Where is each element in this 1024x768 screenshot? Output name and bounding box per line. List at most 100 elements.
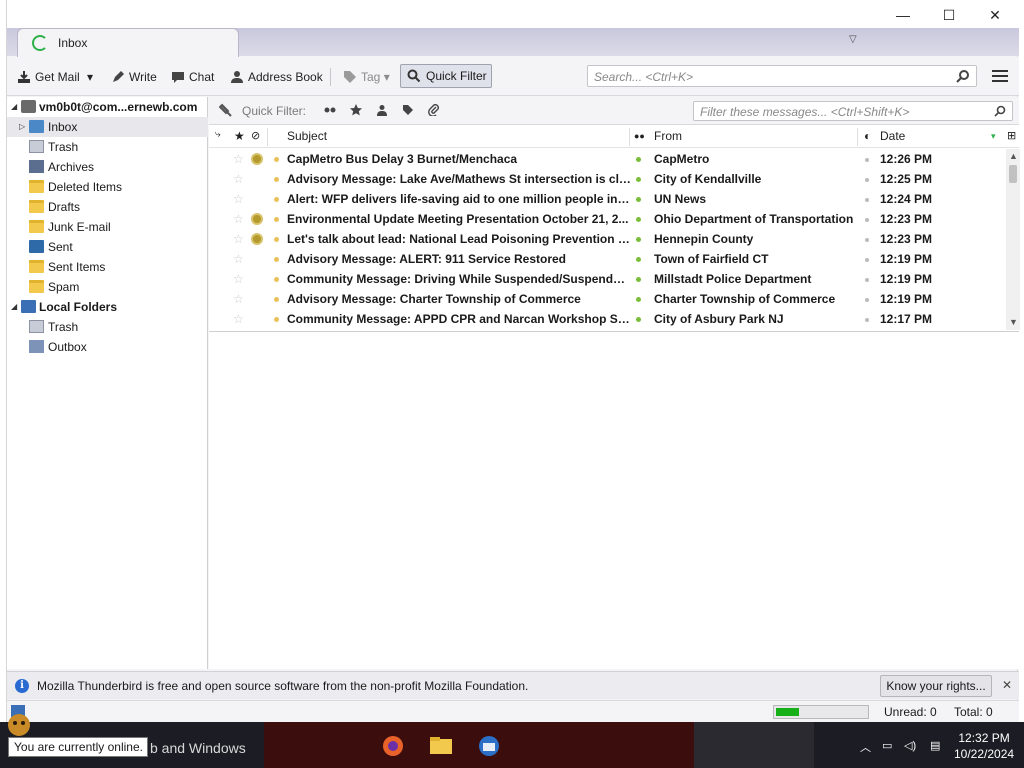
know-your-rights-button[interactable]: Know your rights... [880, 675, 992, 697]
table-row[interactable]: ☆ Environmental Update Meeting Presentat… [209, 209, 1005, 229]
file-explorer-icon[interactable] [428, 734, 454, 758]
maximize-button[interactable]: ☐ [929, 4, 969, 26]
status-dot-icon[interactable] [636, 297, 641, 302]
unread-dot-icon[interactable] [274, 177, 279, 182]
junk-dot-icon[interactable] [865, 198, 869, 202]
table-row[interactable]: ☆ Advisory Message: Charter Township of … [209, 289, 1005, 309]
pin-icon[interactable] [219, 103, 233, 117]
read-status-column-icon[interactable]: ●● [634, 131, 645, 141]
volume-icon[interactable]: ◁) [904, 739, 918, 752]
tag-button[interactable]: Tag ▾ [343, 66, 390, 88]
show-hidden-icons-icon[interactable]: ︿ [860, 739, 874, 754]
status-dot-icon[interactable] [636, 177, 641, 182]
status-dot-icon[interactable] [636, 257, 641, 262]
pane-splitter[interactable] [209, 331, 1019, 332]
local-folder-outbox[interactable]: Outbox [7, 337, 208, 357]
unread-dot-icon[interactable] [274, 277, 279, 282]
table-row[interactable]: ☆ Advisory Message: Lake Ave/Mathews St … [209, 169, 1005, 189]
subject-column-header[interactable]: Subject [287, 129, 327, 143]
star-icon[interactable]: ☆ [233, 189, 244, 209]
folder-spam[interactable]: Spam [7, 277, 208, 297]
junk-dot-icon[interactable] [865, 158, 869, 162]
status-dot-icon[interactable] [636, 317, 641, 322]
junk-dot-icon[interactable] [865, 298, 869, 302]
junk-status-column-icon[interactable]: ◐ [864, 129, 871, 143]
status-dot-icon[interactable] [636, 157, 641, 162]
star-filter-icon[interactable] [350, 104, 362, 116]
local-folders-row[interactable]: ◢ Local Folders [7, 297, 208, 317]
write-button[interactable]: Write [111, 66, 157, 88]
junk-dot-icon[interactable] [865, 278, 869, 282]
table-row[interactable]: ☆ Community Message: Driving While Suspe… [209, 269, 1005, 289]
notification-center-icon[interactable]: ▤ [930, 739, 944, 752]
star-column-icon[interactable]: ★ [234, 129, 245, 143]
table-row[interactable]: ☆ Community Message: APPD CPR and Narcan… [209, 309, 1005, 329]
tab-list-chevron-icon[interactable]: ▽ [849, 34, 857, 45]
status-dot-icon[interactable] [636, 277, 641, 282]
table-row[interactable]: ☆ Alert: WFP delivers life-saving aid to… [209, 189, 1005, 209]
star-icon[interactable]: ☆ [233, 149, 244, 169]
chat-button[interactable]: Chat [171, 66, 214, 88]
junk-dot-icon[interactable] [865, 318, 869, 322]
folder-trash[interactable]: Trash [7, 137, 208, 157]
junk-dot-icon[interactable] [865, 238, 869, 242]
search-icon[interactable] [956, 69, 970, 83]
tab-inbox[interactable]: Inbox [17, 28, 239, 57]
quick-filter-button[interactable]: Quick Filter [400, 64, 492, 88]
address-book-button[interactable]: Address Book [230, 66, 323, 88]
date-column-header[interactable]: Date [880, 129, 905, 143]
collapse-triangle-icon[interactable]: ◢ [11, 97, 17, 117]
unread-dot-icon[interactable] [274, 217, 279, 222]
scrollbar-thumb[interactable] [1009, 165, 1017, 183]
firefox-icon[interactable] [380, 734, 406, 758]
thread-column-icon[interactable]: ⤷ [215, 129, 221, 140]
status-dot-icon[interactable] [636, 197, 641, 202]
junk-dot-icon[interactable] [865, 258, 869, 262]
message-list-scrollbar[interactable]: ▲ ▼ [1006, 149, 1020, 330]
scroll-up-icon[interactable]: ▲ [1009, 151, 1018, 161]
folder-sent-items[interactable]: Sent Items [7, 257, 208, 277]
star-icon[interactable]: ☆ [233, 309, 244, 329]
unread-dot-icon[interactable] [274, 257, 279, 262]
tag-filter-icon[interactable] [402, 104, 414, 116]
unread-dot-icon[interactable] [274, 317, 279, 322]
star-icon[interactable]: ☆ [233, 229, 244, 249]
folder-inbox[interactable]: ▷ Inbox [7, 117, 208, 137]
from-column-header[interactable]: From [654, 129, 682, 143]
account-row[interactable]: ◢ vm0b0t@com...ernewb.com [7, 97, 208, 117]
expand-triangle-icon[interactable]: ▷ [19, 117, 25, 137]
attachment-column-icon[interactable]: ⊘ [251, 129, 260, 142]
status-dot-icon[interactable] [636, 237, 641, 242]
table-row[interactable]: ☆ Advisory Message: ALERT: 911 Service R… [209, 249, 1005, 269]
close-button[interactable]: ✕ [975, 4, 1015, 26]
folder-sent[interactable]: Sent [7, 237, 208, 257]
taskbar-clock[interactable]: 12:32 PM 10/22/2024 [954, 730, 1014, 762]
search-input[interactable]: Search... <Ctrl+K> [587, 65, 977, 87]
folder-junk-email[interactable]: Junk E-mail [7, 217, 208, 237]
unread-dot-icon[interactable] [274, 237, 279, 242]
contact-filter-icon[interactable] [376, 104, 388, 116]
folder-archives[interactable]: Archives [7, 157, 208, 177]
get-mail-dropdown[interactable]: ▾ [87, 66, 93, 88]
star-icon[interactable]: ☆ [233, 169, 244, 189]
filter-messages-input[interactable]: Filter these messages... <Ctrl+Shift+K> [693, 101, 1013, 121]
unread-dot-icon[interactable] [274, 297, 279, 302]
attachment-filter-icon[interactable] [428, 104, 440, 116]
taskbar-search-text[interactable]: b and Windows [150, 740, 246, 756]
status-dot-icon[interactable] [636, 217, 641, 222]
star-icon[interactable]: ☆ [233, 249, 244, 269]
unread-dot-icon[interactable] [274, 157, 279, 162]
thunderbird-icon[interactable] [476, 734, 502, 758]
network-icon[interactable]: ▭ [882, 739, 896, 752]
star-icon[interactable]: ☆ [233, 289, 244, 309]
table-row[interactable]: ☆ CapMetro Bus Delay 3 Burnet/Menchaca C… [209, 149, 1005, 169]
column-picker-icon[interactable]: ⊞ [1007, 129, 1016, 142]
junk-dot-icon[interactable] [865, 178, 869, 182]
scroll-down-icon[interactable]: ▼ [1009, 317, 1018, 327]
app-menu-button[interactable] [992, 67, 1008, 83]
folder-deleted-items[interactable]: Deleted Items [7, 177, 208, 197]
folder-drafts[interactable]: Drafts [7, 197, 208, 217]
get-mail-button[interactable]: Get Mail [17, 66, 80, 88]
close-icon[interactable]: ✕ [1002, 678, 1012, 692]
table-row[interactable]: ☆ Let's talk about lead: National Lead P… [209, 229, 1005, 249]
